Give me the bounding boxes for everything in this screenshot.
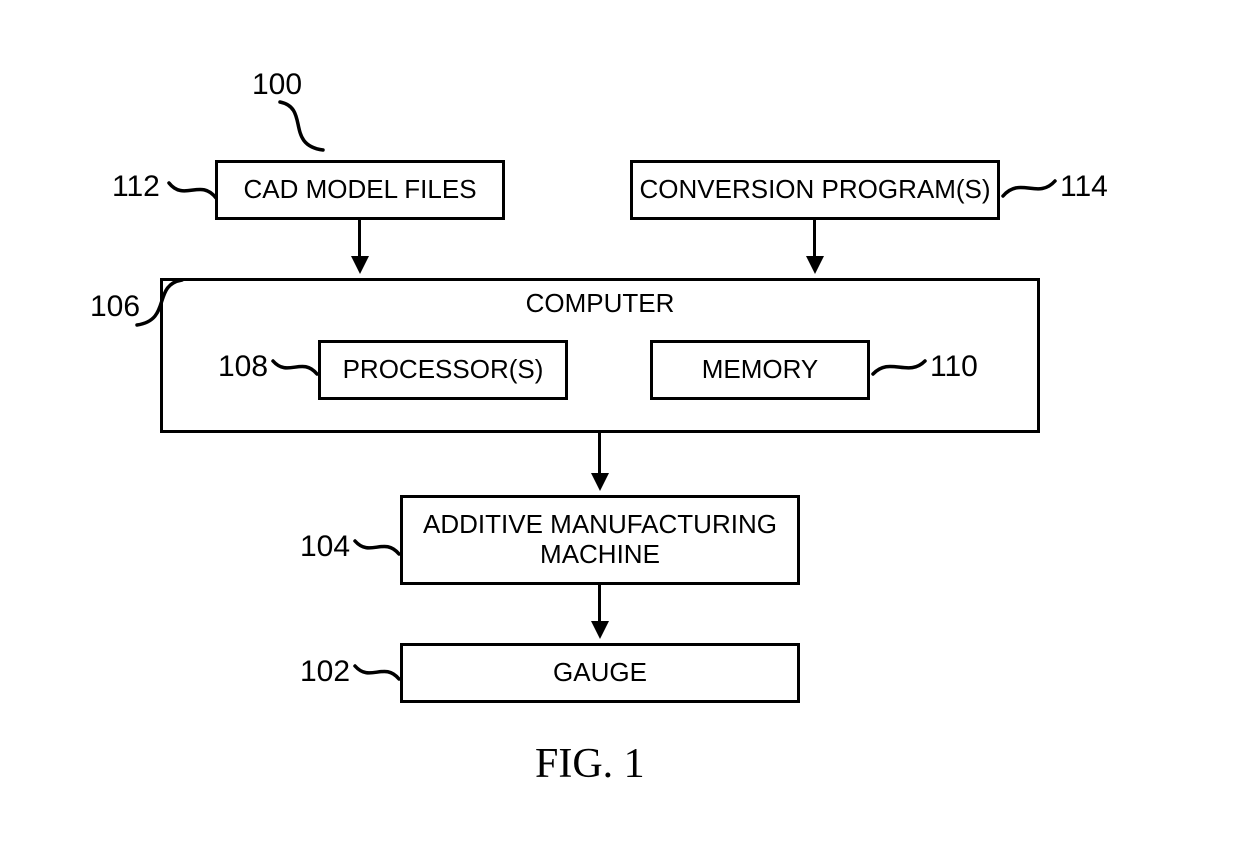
leader-102 (352, 663, 402, 693)
box-processors: PROCESSOR(S) (318, 340, 568, 400)
ref-108: 108 (218, 350, 268, 384)
box-conversion-label: CONVERSION PROGRAM(S) (639, 175, 990, 205)
leader-112 (166, 180, 221, 210)
figure-caption: FIG. 1 (535, 740, 645, 788)
arrow-computer-to-additive-line (598, 433, 601, 475)
box-gauge-label: GAUGE (553, 658, 647, 688)
arrow-computer-to-additive-head (591, 473, 609, 491)
arrow-additive-to-gauge-line (598, 585, 601, 623)
diagram-canvas: 100 CAD MODEL FILES 112 CONVERSION PROGR… (0, 0, 1240, 852)
box-gauge: GAUGE (400, 643, 800, 703)
box-additive-machine: ADDITIVE MANUFACTURING MACHINE (400, 495, 800, 585)
box-computer-label: COMPUTER (163, 289, 1037, 319)
arrow-cad-to-computer-line (358, 220, 361, 258)
arrow-conv-to-computer-line (813, 220, 816, 258)
box-cad-label: CAD MODEL FILES (243, 175, 476, 205)
box-cad-model-files: CAD MODEL FILES (215, 160, 505, 220)
box-conversion-programs: CONVERSION PROGRAM(S) (630, 160, 1000, 220)
ref-102: 102 (300, 655, 350, 689)
box-processors-label: PROCESSOR(S) (343, 355, 544, 385)
leader-104 (352, 538, 402, 568)
arrow-additive-to-gauge-head (591, 621, 609, 639)
box-memory: MEMORY (650, 340, 870, 400)
box-additive-label: ADDITIVE MANUFACTURING MACHINE (423, 510, 777, 570)
leader-108 (270, 358, 320, 508)
arrow-cad-to-computer-head (351, 256, 369, 274)
leader-100 (275, 100, 335, 155)
leader-110 (870, 358, 928, 388)
leader-114 (1000, 178, 1060, 208)
ref-112: 112 (112, 170, 160, 204)
leader-106 (132, 275, 187, 330)
arrow-conv-to-computer-head (806, 256, 824, 274)
box-memory-label: MEMORY (702, 355, 819, 385)
ref-100: 100 (252, 68, 302, 102)
ref-110: 110 (930, 350, 978, 384)
ref-104: 104 (300, 530, 350, 564)
ref-114: 114 (1060, 170, 1108, 204)
